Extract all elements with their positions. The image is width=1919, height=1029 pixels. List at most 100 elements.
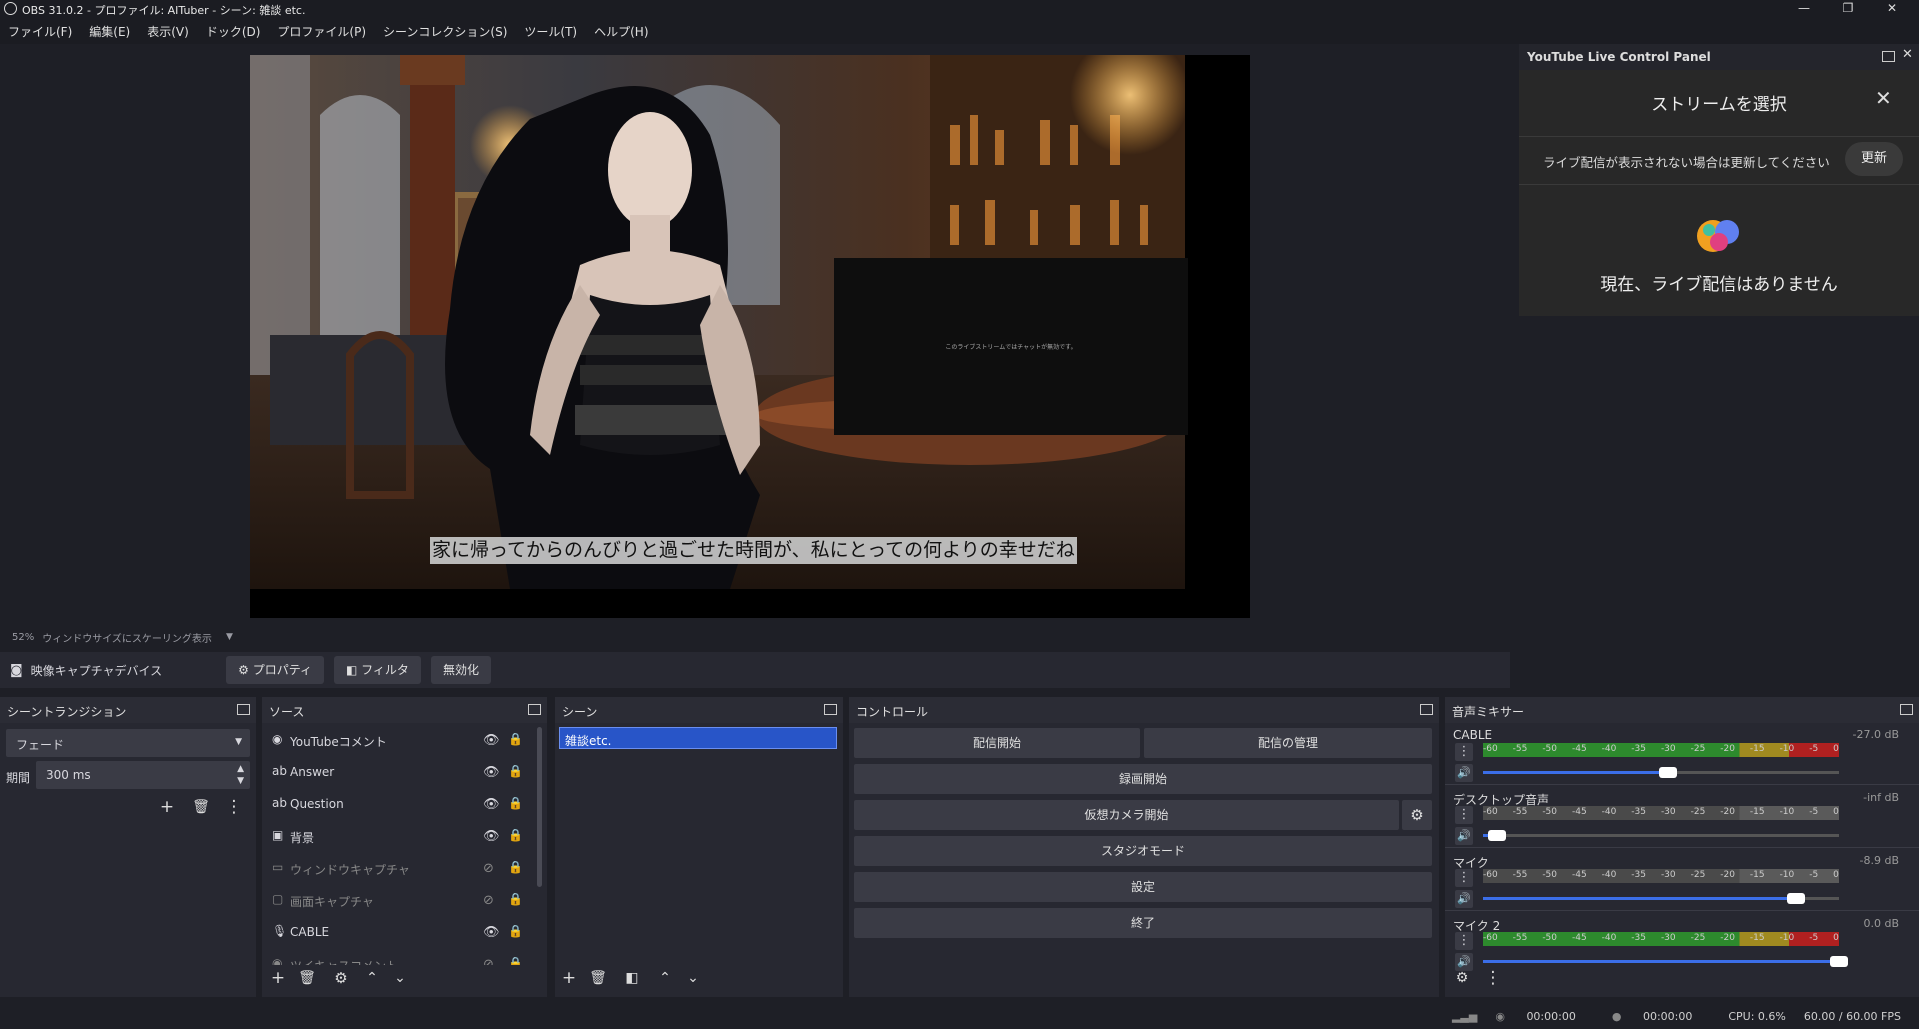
settings-button[interactable]: 設定 bbox=[854, 872, 1432, 902]
menu-view[interactable]: 表示(V) bbox=[147, 23, 189, 40]
menu-help[interactable]: ヘルプ(H) bbox=[594, 23, 648, 40]
source-list[interactable]: ◉ YouTubeコメント 👁 🔒 ab Answer 👁 🔒 ab Question 👁 🔒 ▣… bbox=[262, 725, 540, 965]
visibility-eye-icon[interactable]: 👁 bbox=[483, 829, 500, 844]
transition-select[interactable]: フェード ▼ bbox=[6, 729, 250, 757]
menu-edit[interactable]: 編集(E) bbox=[89, 23, 130, 40]
undock-icon[interactable] bbox=[1882, 51, 1895, 62]
lock-icon[interactable]: 🔒 bbox=[508, 892, 523, 906]
scene-filter-icon[interactable]: ◧ bbox=[620, 967, 644, 991]
refresh-button[interactable]: 更新 bbox=[1845, 142, 1903, 176]
lock-icon[interactable]: 🔒 bbox=[508, 764, 523, 778]
move-up-icon[interactable]: ⌃ bbox=[360, 967, 384, 991]
volume-fader[interactable] bbox=[1483, 830, 1839, 841]
add-source-button[interactable]: + bbox=[266, 967, 290, 991]
muted-speaker-icon[interactable]: 🔊 bbox=[1455, 890, 1473, 908]
add-scene-button[interactable]: + bbox=[557, 967, 581, 991]
channel-menu-icon[interactable]: ⋮ bbox=[1455, 869, 1473, 887]
source-item[interactable]: ab Question 👁 🔒 bbox=[262, 789, 540, 819]
close-window-button[interactable]: ✕ bbox=[1870, 0, 1914, 18]
lock-icon[interactable]: 🔒 bbox=[508, 796, 523, 810]
close-dialog-icon[interactable]: ✕ bbox=[1875, 86, 1892, 110]
minimize-button[interactable]: — bbox=[1782, 0, 1826, 18]
undock-icon[interactable] bbox=[824, 704, 837, 715]
remove-transition-button[interactable]: 🗑 bbox=[189, 796, 213, 820]
scale-tick: -50 bbox=[1542, 744, 1558, 754]
undock-icon[interactable] bbox=[237, 704, 250, 715]
exit-button[interactable]: 終了 bbox=[854, 908, 1432, 938]
scrollbar[interactable] bbox=[537, 727, 542, 887]
manage-stream-button[interactable]: 配信の管理 bbox=[1144, 728, 1432, 758]
undock-icon[interactable] bbox=[1420, 704, 1433, 715]
source-item[interactable]: ▢ 画面キャプチャ ⊘ 🔒 bbox=[262, 885, 540, 915]
scale-mode-label[interactable]: ウィンドウサイズにスケーリング表示 bbox=[42, 630, 212, 645]
menu-dock[interactable]: ドック(D) bbox=[206, 23, 261, 40]
duration-input[interactable]: 300 ms ▲ ▼ bbox=[36, 761, 250, 789]
undock-icon[interactable] bbox=[1900, 704, 1913, 715]
channel-menu-icon[interactable]: ⋮ bbox=[1455, 806, 1473, 824]
add-transition-button[interactable]: + bbox=[155, 796, 179, 820]
hidden-eye-icon[interactable]: ⊘ bbox=[483, 957, 494, 965]
volume-fader[interactable] bbox=[1483, 893, 1839, 904]
properties-button[interactable]: ⚙ プロパティ bbox=[226, 656, 325, 684]
dock-header: ソース bbox=[262, 697, 547, 723]
youtube-dock-title: YouTube Live Control Panel bbox=[1527, 50, 1711, 64]
disable-button[interactable]: 無効化 bbox=[430, 656, 491, 684]
source-item[interactable]: ▭ ウィンドウキャプチャ ⊘ 🔒 bbox=[262, 853, 540, 883]
source-properties-gear-icon[interactable]: ⚙ bbox=[329, 967, 353, 991]
visibility-eye-icon[interactable]: 👁 bbox=[483, 797, 500, 812]
source-item[interactable]: 🎙 CABLE 👁 🔒 bbox=[262, 917, 540, 947]
stream-time: 00:00:00 bbox=[1526, 1009, 1576, 1023]
studio-mode-button[interactable]: スタジオモード bbox=[854, 836, 1432, 866]
channel-menu-icon[interactable]: ⋮ bbox=[1455, 932, 1473, 950]
close-dock-icon[interactable]: ✕ bbox=[1902, 47, 1913, 62]
visibility-eye-icon[interactable]: 👁 bbox=[483, 765, 500, 780]
filters-button[interactable]: ◧ フィルタ bbox=[334, 656, 421, 684]
hidden-eye-icon[interactable]: ⊘ bbox=[483, 861, 494, 876]
start-stream-button[interactable]: 配信開始 bbox=[854, 728, 1140, 758]
start-virtual-camera-button[interactable]: 仮想カメラ開始 bbox=[854, 800, 1399, 830]
source-item[interactable]: ab Answer 👁 🔒 bbox=[262, 757, 540, 787]
more-options-icon[interactable]: ⋮ bbox=[1481, 967, 1505, 991]
fader-knob[interactable] bbox=[1830, 956, 1848, 967]
visibility-eye-icon[interactable]: 👁 bbox=[483, 925, 500, 940]
menu-profile[interactable]: プロファイル(P) bbox=[277, 23, 366, 40]
scene-item-selected[interactable]: 雑談etc. bbox=[559, 727, 837, 749]
volume-fader[interactable] bbox=[1483, 767, 1839, 778]
lock-icon[interactable]: 🔒 bbox=[508, 956, 523, 965]
spin-arrows-icon[interactable]: ▲ ▼ bbox=[237, 763, 244, 787]
start-recording-button[interactable]: 録画開始 bbox=[854, 764, 1432, 794]
fader-knob[interactable] bbox=[1787, 893, 1806, 904]
lock-icon[interactable]: 🔒 bbox=[508, 828, 523, 842]
lock-icon[interactable]: 🔒 bbox=[508, 924, 523, 938]
fader-knob[interactable] bbox=[1488, 830, 1507, 841]
channel-menu-icon[interactable]: ⋮ bbox=[1455, 743, 1473, 761]
muted-speaker-icon[interactable]: 🔊 bbox=[1455, 827, 1473, 845]
source-item[interactable]: ▣ 背景 👁 🔒 bbox=[262, 821, 540, 851]
virtual-camera-settings-gear-icon[interactable]: ⚙ bbox=[1402, 800, 1432, 830]
lock-icon[interactable]: 🔒 bbox=[508, 732, 523, 746]
mixer-settings-gear-icon[interactable]: ⚙ bbox=[1450, 967, 1474, 991]
source-item[interactable]: ◉ ツイキャスコメント ⊘ 🔒 bbox=[262, 949, 540, 965]
move-down-icon[interactable]: ⌄ bbox=[681, 967, 705, 991]
source-item[interactable]: ◉ YouTubeコメント 👁 🔒 bbox=[262, 725, 540, 755]
fader-knob[interactable] bbox=[1659, 767, 1678, 778]
menu-tools[interactable]: ツール(T) bbox=[524, 23, 577, 40]
subtitle-text: 家に帰ってからのんびりと過ごせた時間が、私にとっての何よりの幸せだね bbox=[430, 537, 1077, 564]
undock-icon[interactable] bbox=[528, 704, 541, 715]
menu-file[interactable]: ファイル(F) bbox=[8, 23, 72, 40]
move-down-icon[interactable]: ⌄ bbox=[388, 967, 412, 991]
scale-tick: -15 bbox=[1749, 870, 1765, 880]
hidden-eye-icon[interactable]: ⊘ bbox=[483, 893, 494, 908]
visibility-eye-icon[interactable]: 👁 bbox=[483, 733, 500, 748]
speaker-icon[interactable]: 🔊 bbox=[1455, 764, 1473, 782]
scale-tick: -40 bbox=[1601, 807, 1617, 817]
volume-fader[interactable] bbox=[1483, 956, 1848, 967]
more-options-icon[interactable]: ⋮ bbox=[222, 796, 246, 820]
maximize-button[interactable]: ❐ bbox=[1826, 0, 1870, 18]
move-up-icon[interactable]: ⌃ bbox=[653, 967, 677, 991]
lock-icon[interactable]: 🔒 bbox=[508, 860, 523, 874]
menu-scene-collection[interactable]: シーンコレクション(S) bbox=[383, 23, 507, 40]
remove-source-button[interactable]: 🗑 bbox=[295, 967, 319, 991]
remove-scene-button[interactable]: 🗑 bbox=[586, 967, 610, 991]
chevron-down-icon[interactable]: ▼ bbox=[226, 632, 233, 642]
